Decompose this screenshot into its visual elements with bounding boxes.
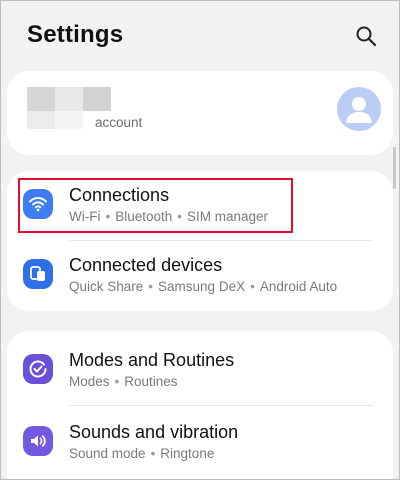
modes-routines-icon-wrap [23,354,53,384]
sound-icon [31,435,46,447]
divider [69,405,373,406]
person-icon [346,97,372,123]
settings-group-modes-sounds: Modes and Routines Modes • Routines Sounds… [7,331,393,479]
avatar[interactable] [337,87,381,131]
wifi-icon-wrap [23,189,53,219]
modes-routines-icon [29,360,47,378]
list-item-connected-devices[interactable]: Connected devices Quick Share • Samsung De… [7,241,393,311]
subtitle-part: Bluetooth [115,209,173,224]
bullet: • [114,374,120,389]
subtitle-part: Modes [69,374,110,389]
bullet: • [148,279,154,294]
subtitle-part: Quick Share [69,279,144,294]
connected-devices-icon [30,266,45,281]
subtitle-part: SIM manager [187,209,269,224]
search-button[interactable] [351,21,381,51]
page-title: Settings [27,21,124,48]
account-label: account [95,115,143,130]
settings-group-connectivity: Connections Wi-Fi • Bluetooth • SIM manager … [7,171,393,311]
connected-devices-icon-wrap [23,259,53,289]
subtitle-part: Sound mode [69,446,146,461]
item-title: Connections [69,185,170,205]
bullet: • [250,279,255,294]
subtitle-part: Routines [124,374,178,389]
subtitle-part: Android Auto [259,279,338,294]
item-subtitle: Quick Share • Samsung DeX • Android Auto [69,279,337,294]
item-subtitle: Wi-Fi • Bluetooth • SIM manager [69,209,268,224]
account-card[interactable]: account [7,71,393,155]
subtitle-part: Ringtone [160,446,215,461]
scrollbar[interactable] [393,147,396,189]
item-subtitle: Modes • Routines [69,374,178,389]
settings-screen: Settings account Connections Wi-Fi • Blu… [0,0,400,480]
subtitle-part: Wi-Fi [69,209,101,224]
header: Settings [1,1,399,71]
item-title: Connected devices [69,255,223,275]
wifi-icon [29,197,47,212]
list-item-modes-routines[interactable]: Modes and Routines Modes • Routines [7,336,393,406]
search-icon [356,26,377,47]
bullet: • [150,446,156,461]
item-title: Modes and Routines [69,350,235,370]
list-item-sounds-vibration[interactable]: Sounds and vibration Sound mode • Ringtone [7,408,393,478]
item-title: Sounds and vibration [69,422,239,442]
subtitle-part: Samsung DeX [158,279,246,294]
bullet: • [177,209,182,224]
item-subtitle: Sound mode • Ringtone [69,446,214,461]
sound-icon-wrap [23,426,53,456]
bullet: • [105,209,111,224]
list-item-connections[interactable]: Connections Wi-Fi • Bluetooth • SIM manager [7,171,393,241]
